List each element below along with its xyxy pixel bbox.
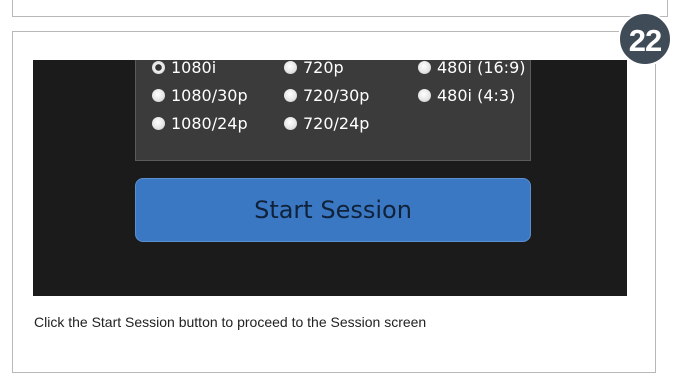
format-option-720-24p[interactable]: 720/24p [284,109,369,137]
format-row: 1080/24p 720/24p [136,109,530,137]
format-option-720p[interactable]: 720p [284,60,344,81]
radio-selected-icon[interactable] [152,60,165,74]
format-option-label: 480i (16:9) [437,60,526,77]
format-option-720-30p[interactable]: 720/30p [284,81,369,109]
session-setup-screenshot: 1080i 720p 480i (16:9) 1080/30p 720/30p [33,60,627,296]
format-option-480i-4-3[interactable]: 480i (4:3) [418,81,515,109]
format-option-label: 480i (4:3) [437,85,516,105]
format-option-label: 720/30p [303,85,370,105]
radio-icon[interactable] [152,116,165,130]
radio-icon[interactable] [418,60,431,74]
previous-step-card [12,0,668,17]
radio-icon[interactable] [284,60,297,74]
format-option-1080-24p[interactable]: 1080/24p [152,109,248,137]
format-option-label: 1080i [171,60,217,77]
format-option-label: 1080/30p [171,85,248,105]
radio-icon[interactable] [284,88,297,102]
step-number-badge: 22 [618,12,672,66]
radio-icon[interactable] [284,116,297,130]
format-option-label: 720p [303,60,344,77]
format-row: 1080i 720p 480i (16:9) [136,60,530,81]
format-row: 1080/30p 720/30p 480i (4:3) [136,81,530,109]
start-session-button[interactable]: Start Session [135,178,531,242]
video-format-panel: 1080i 720p 480i (16:9) 1080/30p 720/30p [135,60,531,161]
format-option-480i-16-9[interactable]: 480i (16:9) [418,60,525,81]
format-option-1080-30p[interactable]: 1080/30p [152,81,248,109]
format-option-label: 720/24p [303,113,370,133]
radio-icon[interactable] [152,88,165,102]
format-option-1080i[interactable]: 1080i [152,60,216,81]
format-option-label: 1080/24p [171,113,248,133]
step-caption: Click the Start Session button to procee… [34,314,427,330]
radio-icon[interactable] [418,88,431,102]
